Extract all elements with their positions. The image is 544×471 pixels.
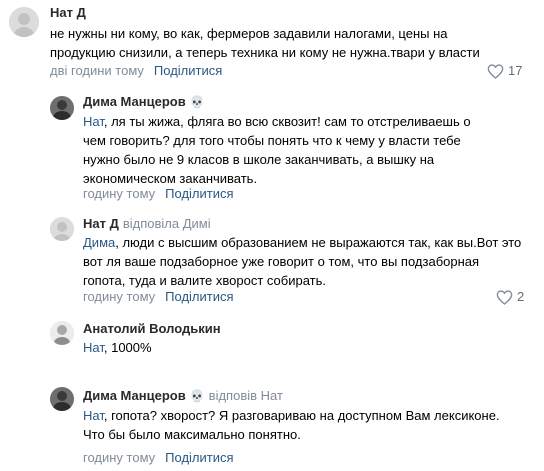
comment-text: Нат, 1000%: [83, 338, 513, 357]
avatar[interactable]: [9, 7, 39, 37]
comment: Дима Манцеров 💀 Нат, ля ты жижа, фляга во…: [0, 90, 544, 208]
mention-link[interactable]: Нат: [83, 340, 104, 355]
comment-meta: дві години тому Поділитися: [50, 63, 222, 79]
comment-body: , гопота? хворост? Я разговариваю на дос…: [83, 408, 500, 442]
author-name[interactable]: Дима Манцеров 💀: [83, 94, 205, 110]
comment-body: , ля ты жижа, фляга во всю сквозит! сам …: [83, 114, 471, 186]
user-photo-icon: [50, 321, 74, 345]
replied-to-link[interactable]: відповіла Димі: [123, 216, 211, 231]
mention-link[interactable]: Нат: [83, 408, 104, 423]
share-link[interactable]: Поділитися: [165, 186, 233, 201]
author-name[interactable]: Нат Д: [50, 5, 86, 21]
comment: Нат Д не нужны ни кому, во как, фермеров…: [0, 0, 544, 90]
author-name-text[interactable]: Нат Д: [83, 216, 119, 231]
author-name[interactable]: Дима Манцеров 💀 відповів Нат: [83, 388, 283, 404]
heart-outline-icon: [487, 63, 504, 79]
comment-meta: годину тому Поділитися: [83, 186, 234, 202]
comment-meta: годину тому Поділитися: [83, 450, 234, 466]
default-user-icon: [9, 7, 39, 37]
default-user-icon: [50, 217, 74, 241]
like-count: 17: [508, 63, 523, 78]
user-photo-icon: [50, 387, 74, 411]
comment-time[interactable]: годину тому: [83, 289, 155, 304]
share-link[interactable]: Поділитися: [165, 450, 233, 465]
heart-outline-icon: [496, 289, 513, 305]
author-name[interactable]: Нат Д відповіла Димі: [83, 216, 211, 232]
avatar[interactable]: [50, 217, 74, 241]
user-photo-icon: [50, 96, 74, 120]
comment-body: , люди с высшим образованием не выражают…: [83, 235, 522, 288]
like-button[interactable]: 2: [496, 289, 524, 305]
comment-text: не нужны ни кому, во как, фермеров задав…: [50, 26, 480, 60]
mention-link[interactable]: Нат: [83, 114, 104, 129]
comment-time[interactable]: дві години тому: [50, 63, 144, 78]
comment: Анатолий Володькин Нат, 1000%: [0, 315, 544, 365]
author-name-text[interactable]: Дима Манцеров: [83, 388, 186, 403]
like-count: 2: [517, 289, 525, 304]
share-link[interactable]: Поділитися: [165, 289, 233, 304]
mention-link[interactable]: Дима: [83, 235, 115, 250]
avatar[interactable]: [50, 387, 74, 411]
like-button[interactable]: 17: [487, 63, 522, 79]
comment-text: Нат, ля ты жижа, фляга во всю сквозит! с…: [83, 112, 488, 188]
comment: Дима Манцеров 💀 відповів Нат Нат, гопота? …: [0, 380, 544, 471]
avatar[interactable]: [50, 321, 74, 345]
share-link[interactable]: Поділитися: [154, 63, 222, 78]
replied-to-link[interactable]: відповів Нат: [209, 388, 283, 403]
comment-text: Дима, люди с высшим образованием не выра…: [83, 233, 523, 290]
comment: Нат Д відповіла Димі Дима, люди с высшим …: [0, 210, 544, 308]
skull-icon: 💀: [189, 95, 205, 109]
comment-time[interactable]: годину тому: [83, 450, 155, 465]
comment-body: , 1000%: [103, 340, 152, 355]
comment-meta: годину тому Поділитися: [83, 289, 234, 305]
author-name-text[interactable]: Дима Манцеров: [83, 94, 186, 109]
comment-text: Нат, гопота? хворост? Я разговариваю на …: [83, 406, 523, 444]
skull-icon: 💀: [189, 389, 205, 403]
comment-time[interactable]: годину тому: [83, 186, 155, 201]
author-name[interactable]: Анатолий Володькин: [83, 321, 221, 337]
avatar[interactable]: [50, 96, 74, 120]
